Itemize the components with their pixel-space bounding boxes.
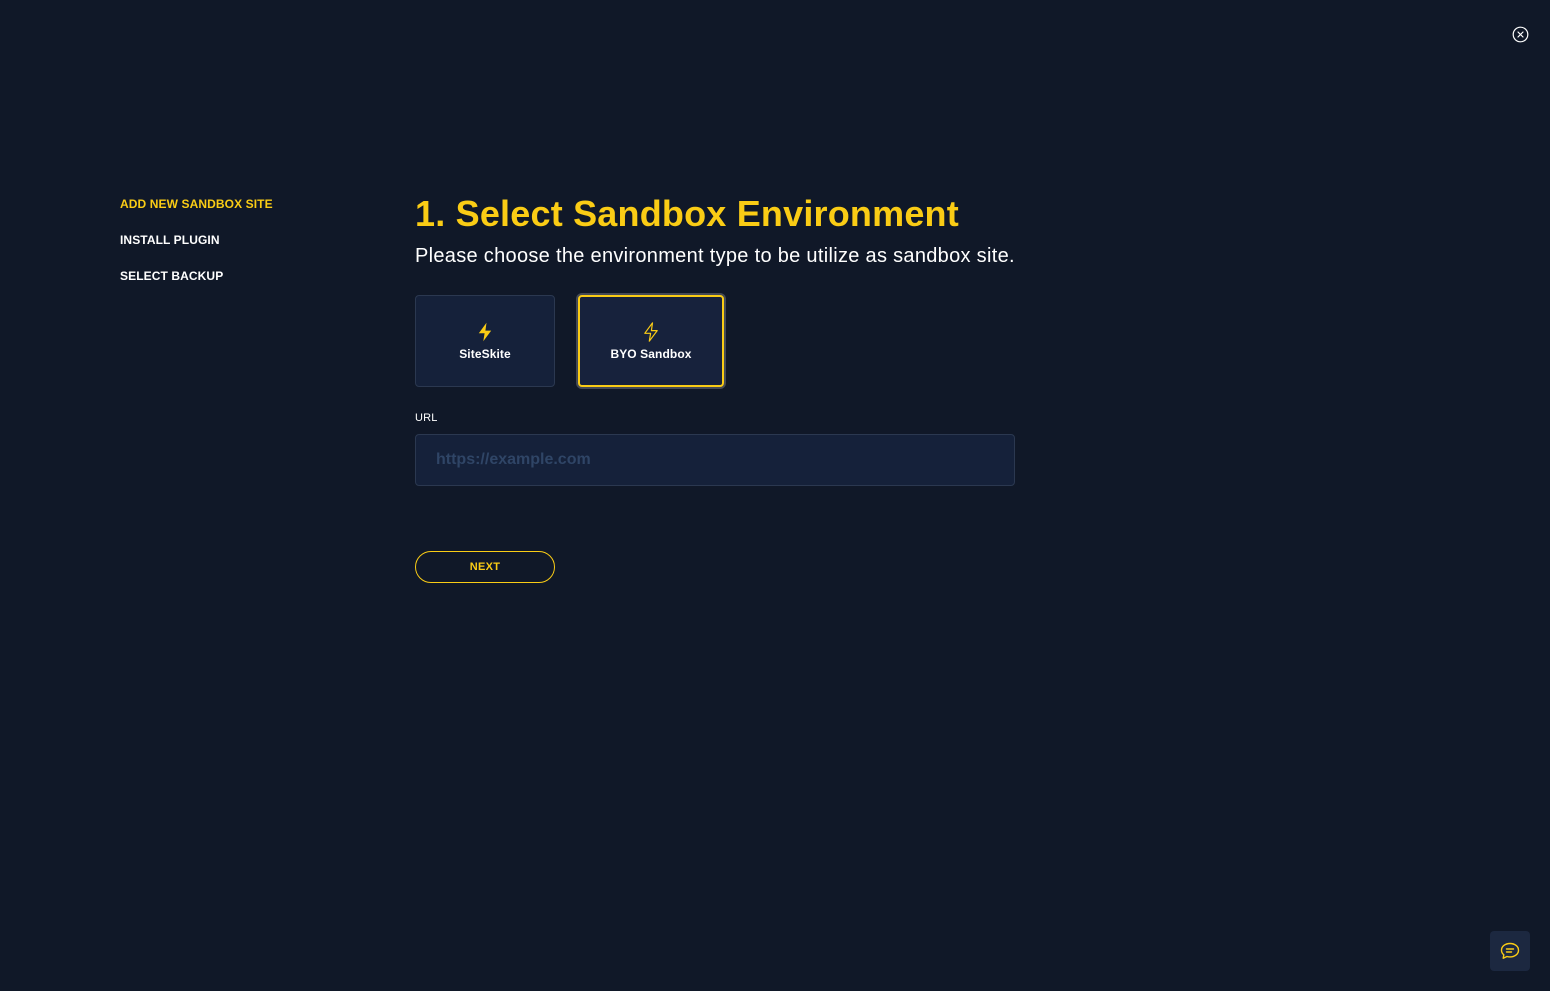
close-circle-icon xyxy=(1512,26,1528,42)
step-install-plugin[interactable]: INSTALL PLUGIN xyxy=(120,233,273,269)
main-header: 1. Select Sandbox Environment Please cho… xyxy=(415,193,1115,269)
url-input[interactable] xyxy=(415,434,1015,486)
step-add-new-sandbox-site[interactable]: ADD NEW SANDBOX SITE xyxy=(120,197,273,233)
url-label: URL xyxy=(415,412,438,424)
lightning-bolt-filled-icon xyxy=(476,322,494,342)
lightning-bolt-outline-icon xyxy=(642,321,660,342)
next-button[interactable]: NEXT xyxy=(415,551,555,583)
chat-button[interactable] xyxy=(1490,931,1530,971)
page-title: 1. Select Sandbox Environment xyxy=(415,193,959,234)
env-option-label: SiteSkite xyxy=(459,346,511,361)
env-option-siteskite[interactable]: SiteSkite xyxy=(415,295,555,387)
env-option-label: BYO Sandbox xyxy=(610,346,692,361)
steps-nav: ADD NEW SANDBOX SITE INSTALL PLUGIN SELE… xyxy=(120,197,273,305)
chat-bubble-icon xyxy=(1500,942,1520,959)
page: ADD NEW SANDBOX SITE INSTALL PLUGIN SELE… xyxy=(0,0,1550,991)
page-subtitle: Please choose the environment type to be… xyxy=(415,245,1015,267)
close-button[interactable] xyxy=(1511,25,1529,43)
env-option-byo-sandbox[interactable]: BYO Sandbox xyxy=(578,295,724,387)
step-select-backup[interactable]: SELECT BACKUP xyxy=(120,269,273,305)
